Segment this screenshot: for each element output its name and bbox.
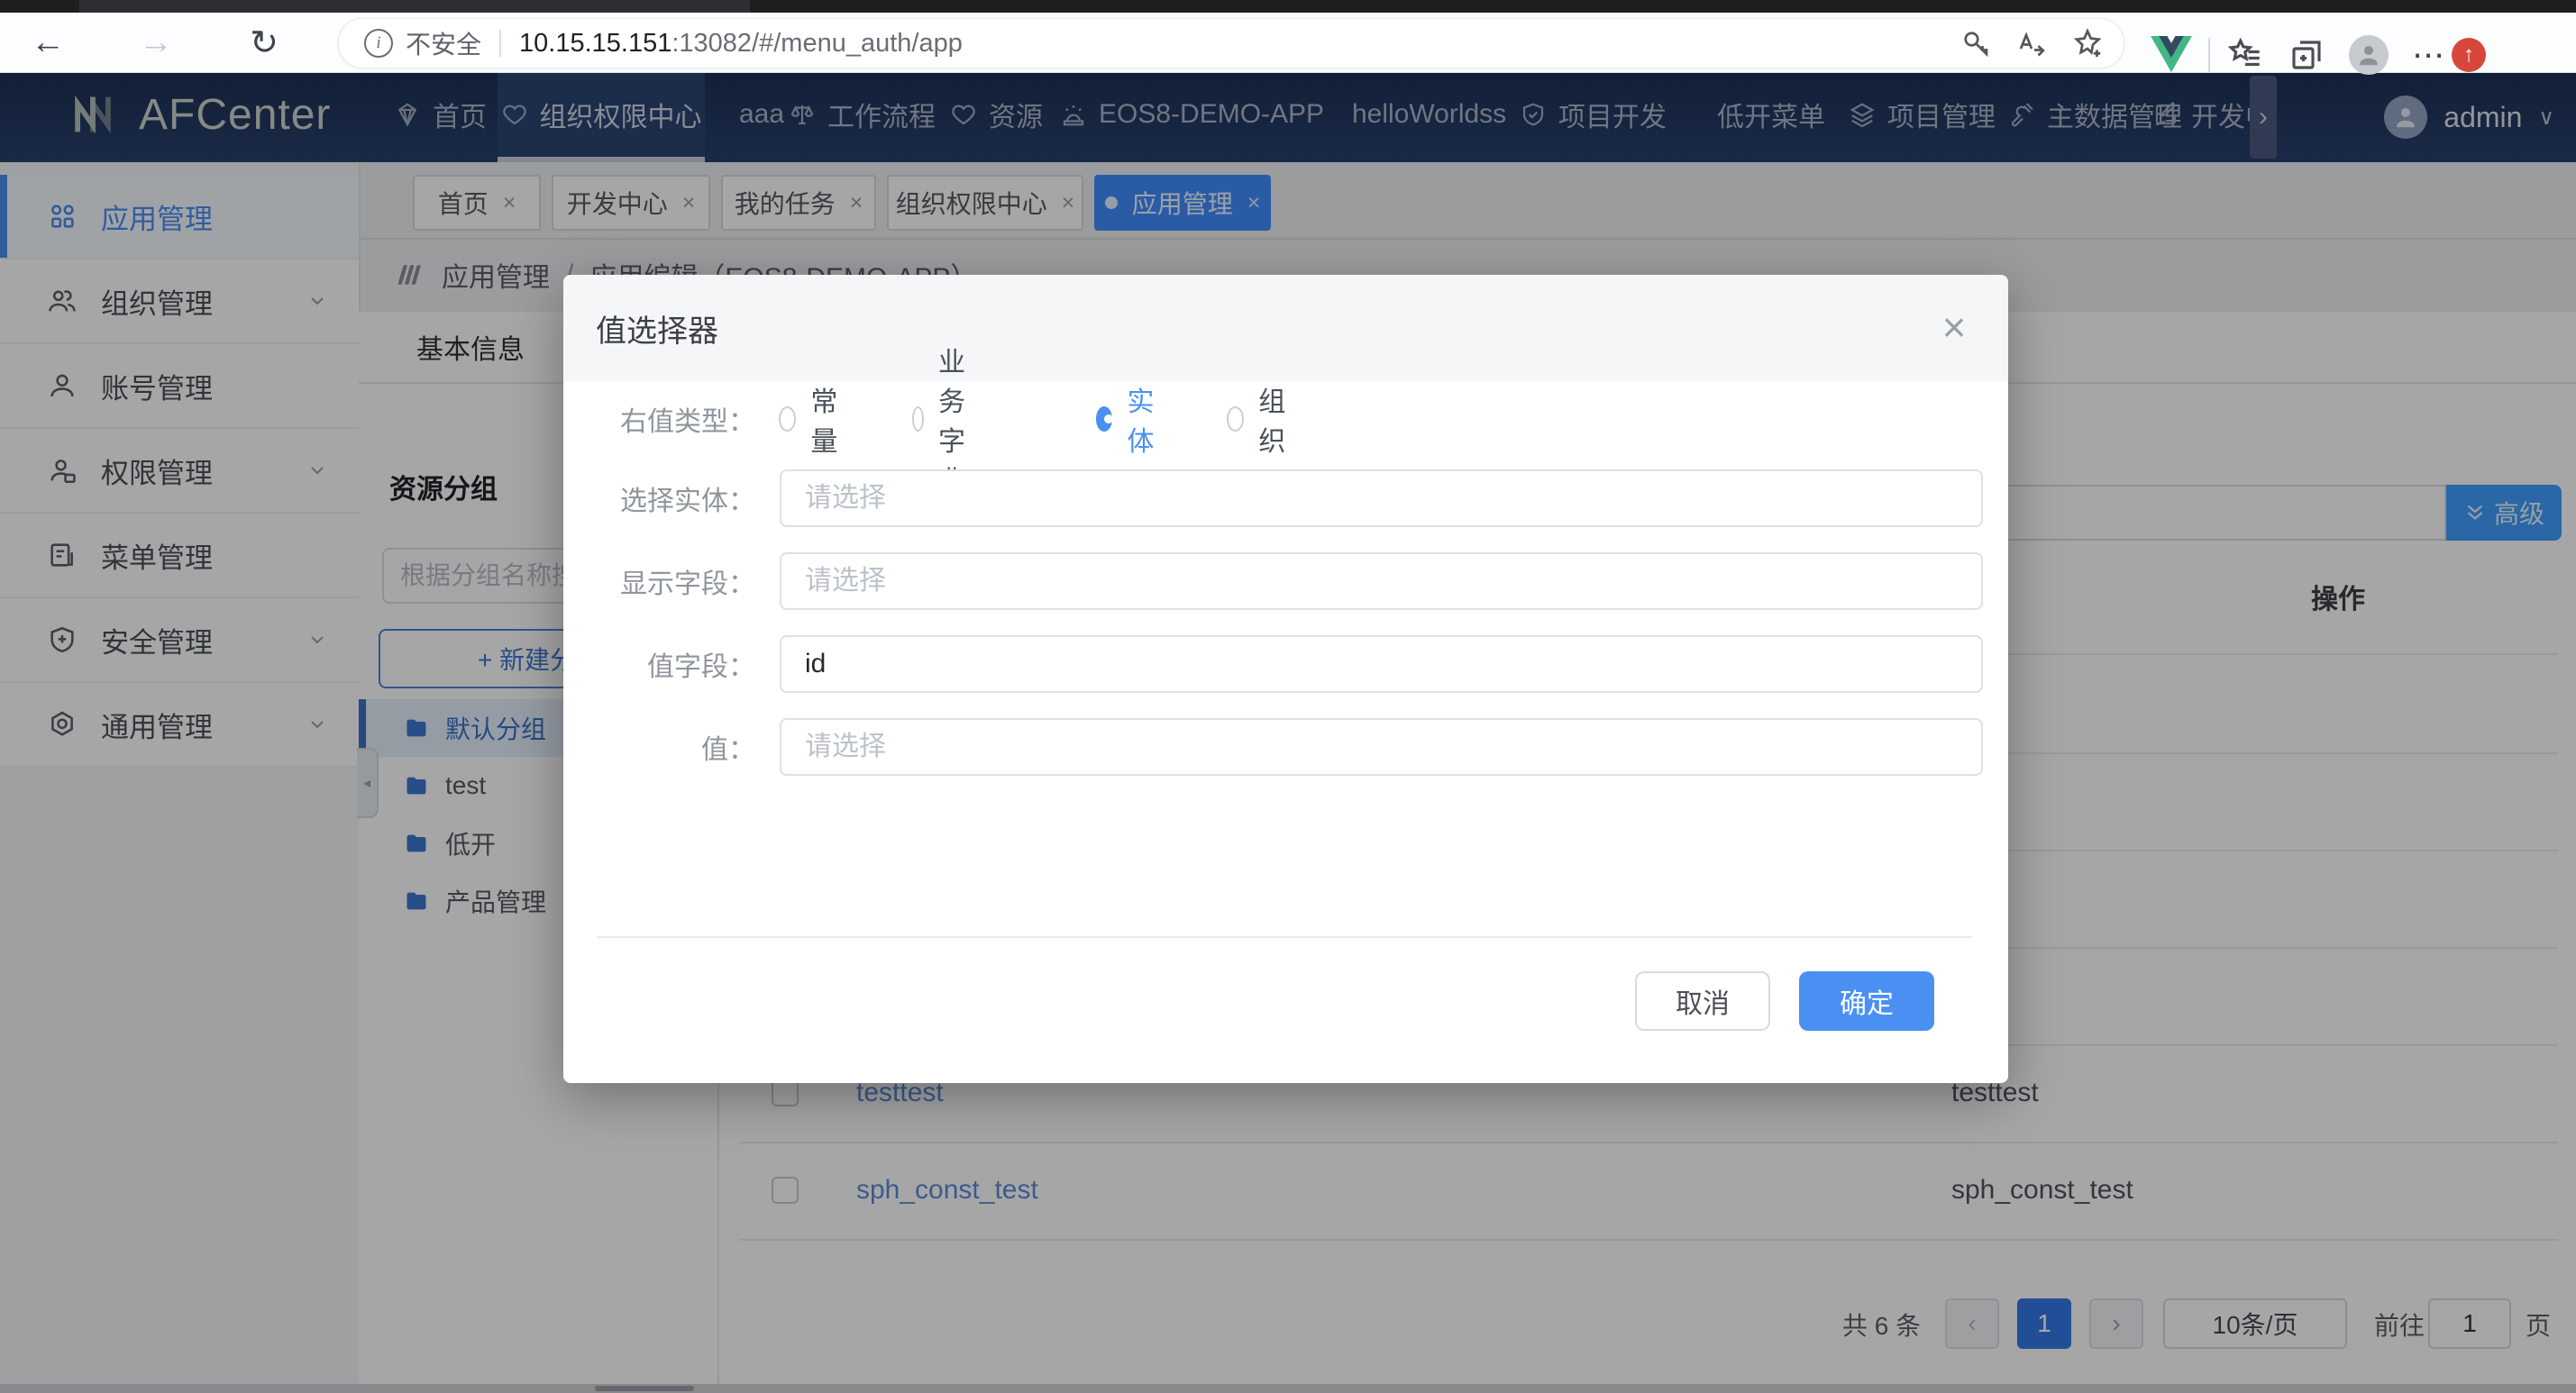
browser-toolbar: ← → ↻ i 不安全 10.15.15.151 :13082/#/menu_a… bbox=[0, 13, 2576, 73]
bookmark-star-icon[interactable] bbox=[2071, 27, 2104, 59]
radio-entity[interactable]: 实体 bbox=[1096, 405, 1163, 433]
browser-profile-avatar[interactable] bbox=[2349, 35, 2389, 75]
vue-devtools-icon[interactable] bbox=[2151, 36, 2192, 74]
security-label: 不安全 bbox=[406, 25, 481, 61]
radio-label: 常量 bbox=[810, 379, 845, 459]
field-label: 选择实体： bbox=[595, 478, 755, 518]
confirm-button[interactable]: 确定 bbox=[1799, 971, 1934, 1031]
radio-icon bbox=[1096, 406, 1112, 432]
browser-tabstrip[interactable] bbox=[0, 0, 2576, 13]
dialog-header: 值选择器 bbox=[563, 275, 2008, 381]
url-host: 10.15.15.151 bbox=[519, 29, 671, 59]
url-path: :13082/#/menu_auth/app bbox=[671, 29, 963, 59]
field-label: 值字段： bbox=[595, 644, 755, 684]
browser-active-tab[interactable] bbox=[79, 0, 750, 13]
browser-address-bar[interactable]: i 不安全 10.15.15.151 :13082/#/menu_auth/ap… bbox=[338, 18, 2124, 68]
translate-icon[interactable] bbox=[2015, 27, 2048, 59]
select-entity-input[interactable] bbox=[780, 469, 1983, 527]
browser-menu-icon[interactable]: ⋯ bbox=[2412, 36, 2446, 74]
field-label: 显示字段： bbox=[595, 561, 755, 601]
favorites-list-icon[interactable] bbox=[2226, 36, 2264, 74]
divider bbox=[2208, 38, 2210, 72]
dialog-footer-divider bbox=[597, 936, 1972, 938]
collections-add-icon[interactable] bbox=[2288, 36, 2325, 74]
divider bbox=[499, 30, 501, 57]
confirm-label: 确定 bbox=[1840, 981, 1894, 1021]
update-badge-icon[interactable]: ↑ bbox=[2452, 38, 2486, 72]
field-label: 右值类型： bbox=[595, 399, 755, 439]
radio-icon bbox=[779, 406, 796, 432]
value-selector-dialog: 值选择器 × 右值类型： 常量 业务字典 实体 组织 选择实体： 显示字段： 值… bbox=[563, 275, 2008, 1083]
cancel-button[interactable]: 取消 bbox=[1635, 971, 1770, 1031]
radio-label: 组织 bbox=[1258, 379, 1293, 459]
radio-label: 实体 bbox=[1127, 379, 1163, 459]
password-key-icon[interactable] bbox=[1959, 27, 1992, 59]
dialog-title: 值选择器 bbox=[596, 306, 718, 351]
radio-icon bbox=[912, 406, 924, 432]
radio-icon bbox=[1227, 406, 1244, 432]
value-input[interactable] bbox=[780, 718, 1983, 776]
cancel-label: 取消 bbox=[1676, 981, 1730, 1021]
value-field-input[interactable] bbox=[780, 635, 1983, 693]
field-label: 值： bbox=[595, 727, 755, 767]
browser-forward-button[interactable]: → bbox=[135, 13, 177, 72]
display-field-input[interactable] bbox=[780, 552, 1983, 610]
dialog-close-button[interactable]: × bbox=[1927, 300, 1981, 354]
browser-reload-button[interactable]: ↻ bbox=[243, 13, 285, 72]
radio-business-dict[interactable]: 业务字典 bbox=[912, 405, 979, 433]
radio-constant[interactable]: 常量 bbox=[779, 405, 845, 433]
screen: ← → ↻ i 不安全 10.15.15.151 :13082/#/menu_a… bbox=[0, 0, 2576, 1393]
radio-organization[interactable]: 组织 bbox=[1227, 405, 1293, 433]
page-info-icon[interactable]: i bbox=[364, 29, 393, 58]
browser-back-button[interactable]: ← bbox=[27, 13, 69, 72]
